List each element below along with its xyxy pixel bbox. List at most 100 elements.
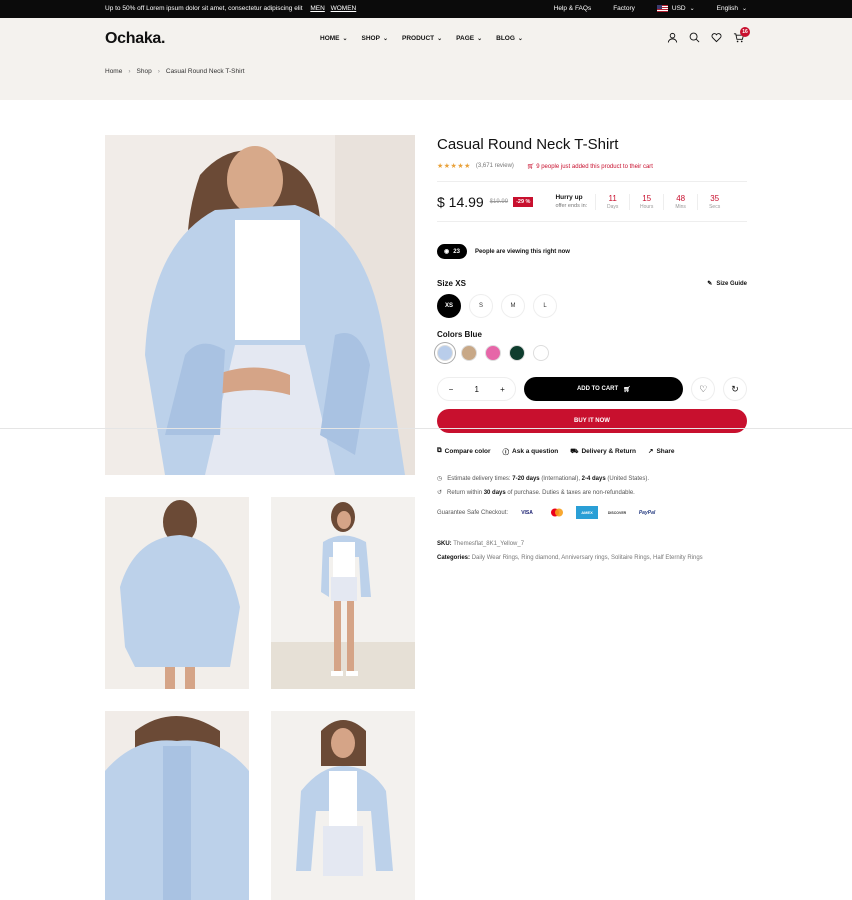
question-icon: ⓘ <box>502 449 510 456</box>
currency-select[interactable]: USD ⌄ <box>656 5 695 12</box>
amex-icon: AMEX <box>576 506 599 519</box>
cart-activity-note: 🛒︎ 9 people just added this product to t… <box>527 163 653 170</box>
mastercard-icon <box>546 506 568 519</box>
hurry-subtitle: offer ends in: <box>555 203 588 209</box>
buy-now-button[interactable]: BUY IT NOW <box>437 409 747 433</box>
product-meta: SKU: Themesflat_8K1_Yellow_7 Categories:… <box>437 537 747 565</box>
quantity-stepper: − 1 + <box>437 377 517 401</box>
sku-row: SKU: Themesflat_8K1_Yellow_7 <box>437 537 747 551</box>
color-swatch-white[interactable] <box>533 345 549 361</box>
delivery-info: ◷ Estimate delivery times: 7-20 days (In… <box>437 472 747 500</box>
countdown-hours: 15 Hours <box>629 194 663 210</box>
discount-badge: -29 % <box>513 197 534 207</box>
categories-value[interactable]: Daily Wear Rings, Ring diamond, Annivers… <box>472 555 703 561</box>
old-price: $19.99 <box>489 199 509 205</box>
product-image-closeup[interactable] <box>105 711 249 900</box>
share-link[interactable]: ↗ Share <box>648 446 675 456</box>
size-option-s[interactable]: S <box>469 294 493 318</box>
action-label: Compare color <box>444 447 491 455</box>
user-icon[interactable] <box>667 32 678 43</box>
color-label: Colors Blue <box>437 330 482 339</box>
women-link[interactable]: WOMEN <box>331 5 357 12</box>
clock-icon: ◷ <box>437 476 443 482</box>
size-guide-label: Size Guide <box>716 280 747 287</box>
current-price: $ 14.99 <box>437 194 484 210</box>
add-to-cart-label: ADD TO CART <box>576 386 619 392</box>
chevron-down-icon: ⌄ <box>382 36 388 42</box>
color-options <box>437 345 747 361</box>
add-to-cart-button[interactable]: ADD TO CART 🛒︎ <box>524 377 684 401</box>
return-policy: ↺ Return within 30 days of purchase. Dut… <box>437 486 747 500</box>
color-swatch-blue[interactable] <box>437 345 453 361</box>
product-image-back[interactable] <box>105 497 249 689</box>
rating-stars: ★★★★★ <box>437 163 471 170</box>
cart-button[interactable]: 16 <box>733 27 750 43</box>
size-option-l[interactable]: L <box>533 294 557 318</box>
nav-label: HOME <box>320 35 340 42</box>
viewers-badge: ◉ 23 <box>437 244 467 259</box>
logo[interactable]: Ochaka. <box>105 30 165 48</box>
nav-home[interactable]: HOME ⌄ <box>320 35 348 42</box>
nav-product[interactable]: PRODUCT ⌄ <box>402 35 442 42</box>
cart-icon: 🛒︎ <box>526 163 535 170</box>
countdown-mins: 48 Mins <box>663 194 697 210</box>
search-icon[interactable] <box>689 32 700 43</box>
viewers-count: 23 <box>453 248 460 255</box>
cart-note-text: 9 people just added this product to thei… <box>536 163 653 170</box>
product-image-main[interactable] <box>105 135 415 475</box>
chevron-down-icon: ⌄ <box>477 36 483 42</box>
nav-blog[interactable]: BLOG ⌄ <box>496 35 523 42</box>
return-days: 30 days <box>483 490 506 496</box>
heart-icon[interactable] <box>711 32 722 43</box>
chevron-down-icon: ⌄ <box>689 6 695 12</box>
announcement-bar: Up to 50% off Lorem ipsum dolor sit amet… <box>0 0 852 18</box>
product-image-full-front[interactable] <box>271 497 415 689</box>
promo-message: Up to 50% off Lorem ipsum dolor sit amet… <box>105 5 303 12</box>
size-label: Size XS <box>437 279 466 288</box>
breadcrumb-separator-icon: › <box>128 68 131 75</box>
return-text: Return within <box>447 490 483 496</box>
increase-button[interactable]: + <box>500 385 505 394</box>
compare-color-link[interactable]: ⧉ Compare color <box>437 446 491 456</box>
color-swatch-pink[interactable] <box>485 345 501 361</box>
offer-label: Hurry up offer ends in: <box>555 194 587 210</box>
factory-link[interactable]: Factory <box>613 5 635 12</box>
delivery-text: Estimate delivery times: <box>447 476 511 482</box>
ruler-icon: ✎ <box>707 281 713 287</box>
heart-icon: ♡ <box>699 383 708 394</box>
chevron-down-icon: ⌄ <box>437 36 443 42</box>
size-option-m[interactable]: M <box>501 294 525 318</box>
promo-text: Up to 50% off Lorem ipsum dolor sit amet… <box>105 5 356 12</box>
size-guide-link[interactable]: ✎ Size Guide <box>707 279 747 288</box>
decrease-button[interactable]: − <box>449 385 454 394</box>
cart-count-badge: 16 <box>740 27 750 37</box>
color-swatch-green[interactable] <box>509 345 525 361</box>
quantity-value[interactable]: 1 <box>475 385 479 394</box>
breadcrumb-home[interactable]: Home <box>105 68 122 75</box>
language-select[interactable]: English ⌄ <box>717 5 747 12</box>
size-option-xs[interactable]: XS <box>437 294 461 318</box>
compare-button[interactable]: ↻ <box>723 377 747 401</box>
ask-question-link[interactable]: ⓘ Ask a question <box>502 446 559 457</box>
countdown-unit: Hours <box>639 204 654 210</box>
compare-icon: ⧉ <box>437 447 442 454</box>
sku-value: Themesflat_8K1_Yellow_7 <box>453 541 525 547</box>
delivery-us-days: 2-4 days <box>581 476 606 482</box>
men-link[interactable]: MEN <box>310 5 324 12</box>
return-icon: ↺ <box>437 490 443 496</box>
countdown-unit: Secs <box>709 204 721 210</box>
breadcrumb-shop[interactable]: Shop <box>137 68 152 75</box>
product-image-front-2[interactable] <box>271 711 415 900</box>
delivery-return-link[interactable]: ⛟ Delivery & Return <box>570 446 636 456</box>
cart-icon: 🛒︎ <box>623 386 631 393</box>
categories-row: Categories: Daily Wear Rings, Ring diamo… <box>437 551 747 565</box>
help-link[interactable]: Help & FAQs <box>554 5 592 12</box>
nav-page[interactable]: PAGE ⌄ <box>456 35 482 42</box>
color-swatch-beige[interactable] <box>461 345 477 361</box>
checkout-label: Guarantee Safe Checkout: <box>437 509 509 516</box>
review-count[interactable]: (3,671 review) <box>476 163 514 169</box>
nav-shop[interactable]: SHOP ⌄ <box>362 35 388 42</box>
share-icon: ↗ <box>648 448 654 455</box>
wishlist-button[interactable]: ♡ <box>691 377 716 401</box>
delivery-estimate: ◷ Estimate delivery times: 7-20 days (In… <box>437 472 747 486</box>
